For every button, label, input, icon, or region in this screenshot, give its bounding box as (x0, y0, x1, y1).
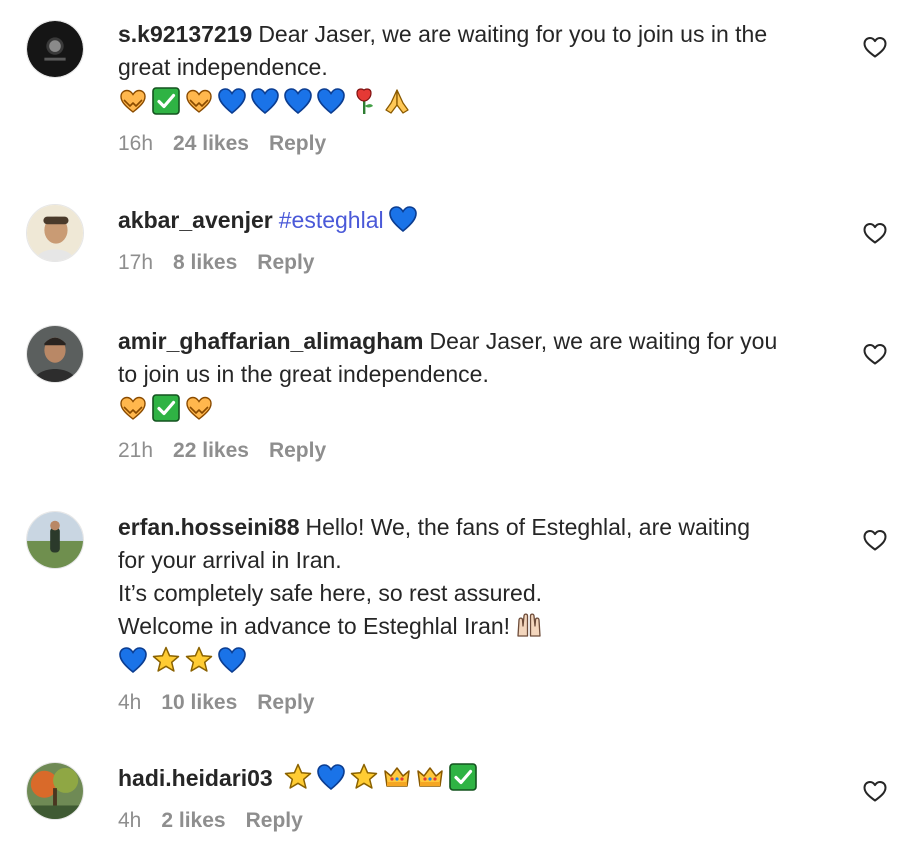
reply-button[interactable]: Reply (269, 439, 326, 463)
comment-line: to join us in the great independence. (118, 361, 489, 387)
comment-username[interactable]: amir_ghaffarian_alimagham (118, 328, 424, 354)
reply-button[interactable]: Reply (246, 809, 303, 833)
blue-heart-emoji (388, 204, 418, 234)
heart-outline-icon[interactable] (862, 527, 888, 553)
comment-username[interactable]: erfan.hosseini88 (118, 514, 300, 540)
comment-meta: 16h 24 likes Reply (118, 132, 838, 156)
inline-emoji-group (514, 610, 544, 640)
heart-outline-icon[interactable] (862, 341, 888, 367)
comment-text: erfan.hosseini88 Hello! We, the fans of E… (118, 511, 838, 643)
check-mark-button-emoji (448, 762, 478, 792)
heart-outline-icon[interactable] (862, 220, 888, 246)
comment-text: s.k92137219 Dear Jaser, we are waiting fo… (118, 18, 838, 84)
comment-meta: 4h 10 likes Reply (118, 691, 838, 715)
handshake-heart-emoji (184, 86, 214, 116)
comment-line: Hello! We, the fans of Esteghlal, are wa… (305, 514, 751, 540)
raising-hands-emoji (514, 610, 544, 640)
blue-heart-emoji (250, 86, 280, 116)
comment-body: amir_ghaffarian_alimagham Dear Jaser, we … (118, 325, 838, 463)
comment-line-text: Welcome in advance to Esteghlal Iran! (118, 613, 511, 639)
blue-heart-emoji (217, 645, 247, 675)
heart-outline-icon[interactable] (862, 778, 888, 804)
emoji-row (118, 391, 838, 425)
avatar[interactable] (26, 204, 84, 262)
handshake-heart-emoji (118, 86, 148, 116)
comment-body: s.k92137219 Dear Jaser, we are waiting fo… (118, 18, 838, 156)
reply-button[interactable]: Reply (269, 132, 326, 156)
avatar[interactable] (26, 762, 84, 820)
comment-body: akbar_avenjer #esteghlal 17h 8 likes Repl… (118, 204, 838, 275)
avatar[interactable] (26, 325, 84, 383)
comment-time[interactable]: 4h (118, 809, 141, 833)
comment-text: amir_ghaffarian_alimagham Dear Jaser, we … (118, 325, 838, 391)
comment-line: great independence. (118, 54, 328, 80)
emoji-row (118, 84, 838, 118)
comment-likes[interactable]: 10 likes (161, 691, 237, 715)
blue-heart-emoji (283, 86, 313, 116)
comment-meta: 17h 8 likes Reply (118, 251, 838, 275)
comment-username[interactable]: akbar_avenjer (118, 207, 273, 233)
crown-emoji (382, 762, 412, 792)
star-emoji (184, 645, 214, 675)
blue-heart-emoji (316, 762, 346, 792)
blue-heart-emoji (217, 86, 247, 116)
comment-line: for your arrival in Iran. (118, 547, 342, 573)
comment-likes[interactable]: 24 likes (173, 132, 249, 156)
reply-button[interactable]: Reply (257, 251, 314, 275)
handshake-heart-emoji (118, 393, 148, 423)
check-mark-button-emoji (151, 393, 181, 423)
comment-likes[interactable]: 22 likes (173, 439, 249, 463)
comment-text: akbar_avenjer #esteghlal (118, 204, 838, 237)
blue-heart-emoji (316, 86, 346, 116)
comment-likes[interactable]: 8 likes (173, 251, 237, 275)
comment-time[interactable]: 4h (118, 691, 141, 715)
handshake-heart-emoji (184, 393, 214, 423)
comment-body: erfan.hosseini88 Hello! We, the fans of E… (118, 511, 838, 715)
comment-time[interactable]: 16h (118, 132, 153, 156)
comment-body: hadi.heidari03 4h 2 likes Reply (118, 762, 838, 833)
comments-list: s.k92137219 Dear Jaser, we are waiting fo… (0, 0, 900, 856)
rose-emoji (349, 86, 379, 116)
star-emoji (151, 645, 181, 675)
check-mark-button-emoji (151, 86, 181, 116)
reply-button[interactable]: Reply (257, 691, 314, 715)
comment-text: hadi.heidari03 (118, 762, 838, 795)
star-emoji (349, 762, 379, 792)
avatar[interactable] (26, 20, 84, 78)
comment-time[interactable]: 21h (118, 439, 153, 463)
folded-hands-emoji (382, 86, 412, 116)
heart-outline-icon[interactable] (862, 34, 888, 60)
avatar[interactable] (26, 511, 84, 569)
comment-line: Welcome in advance to Esteghlal Iran! (118, 610, 838, 643)
comment-line: It’s completely safe here, so rest assur… (118, 580, 542, 606)
comment-line: Dear Jaser, we are waiting for you (429, 328, 778, 354)
inline-emoji-group (283, 762, 478, 792)
comment-line: Dear Jaser, we are waiting for you to jo… (258, 21, 768, 47)
blue-heart-emoji (118, 645, 148, 675)
crown-emoji (415, 762, 445, 792)
comment-meta: 21h 22 likes Reply (118, 439, 838, 463)
comment-likes[interactable]: 2 likes (161, 809, 225, 833)
emoji-row (118, 643, 838, 677)
star-emoji (283, 762, 313, 792)
hashtag-link[interactable]: #esteghlal (279, 207, 384, 233)
inline-emoji-group (388, 204, 418, 234)
comment-time[interactable]: 17h (118, 251, 153, 275)
comment-username[interactable]: s.k92137219 (118, 21, 252, 47)
comment-username[interactable]: hadi.heidari03 (118, 765, 273, 791)
comment-meta: 4h 2 likes Reply (118, 809, 838, 833)
